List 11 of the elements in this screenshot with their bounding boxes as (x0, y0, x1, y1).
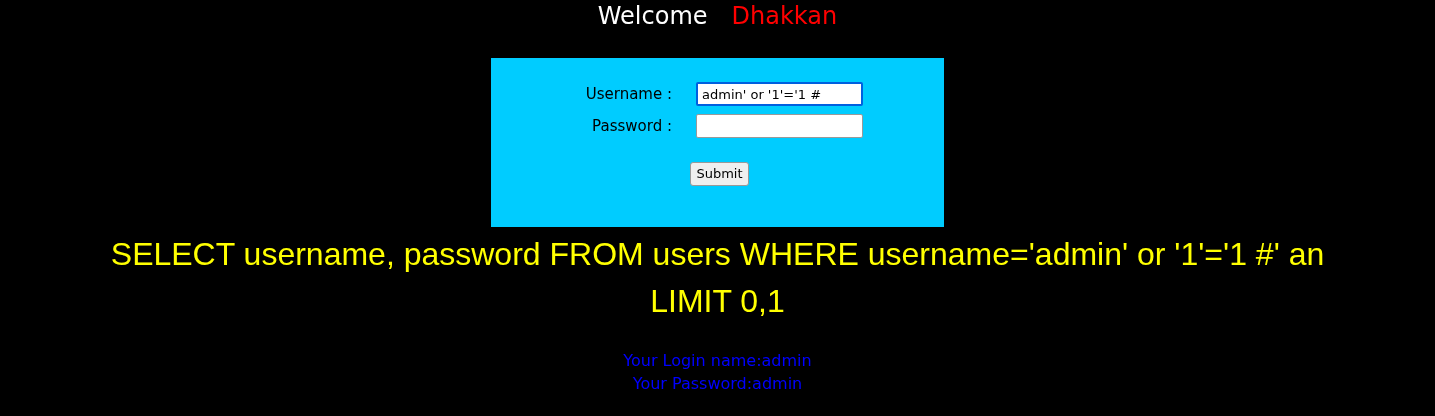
sql-query-text: SELECT username, password FROM users WHERE username='admin' or '1'='1 #' an (110, 235, 1325, 274)
welcome-text: Welcome (597, 4, 708, 28)
field-label: Username : (584, 83, 672, 105)
sql-query-text: LIMIT 0,1 (649, 282, 786, 321)
username-field[interactable]: admin' or '1'='1 # (696, 82, 863, 106)
field-label: Password : (591, 115, 672, 137)
submit-button[interactable]: Submit (690, 162, 749, 186)
login-result-text: Your Login name:admin (623, 350, 812, 372)
user-name: Dhakkan (731, 4, 838, 28)
password-field[interactable] (696, 114, 863, 138)
login-result-text: Your Password:admin (631, 373, 804, 395)
